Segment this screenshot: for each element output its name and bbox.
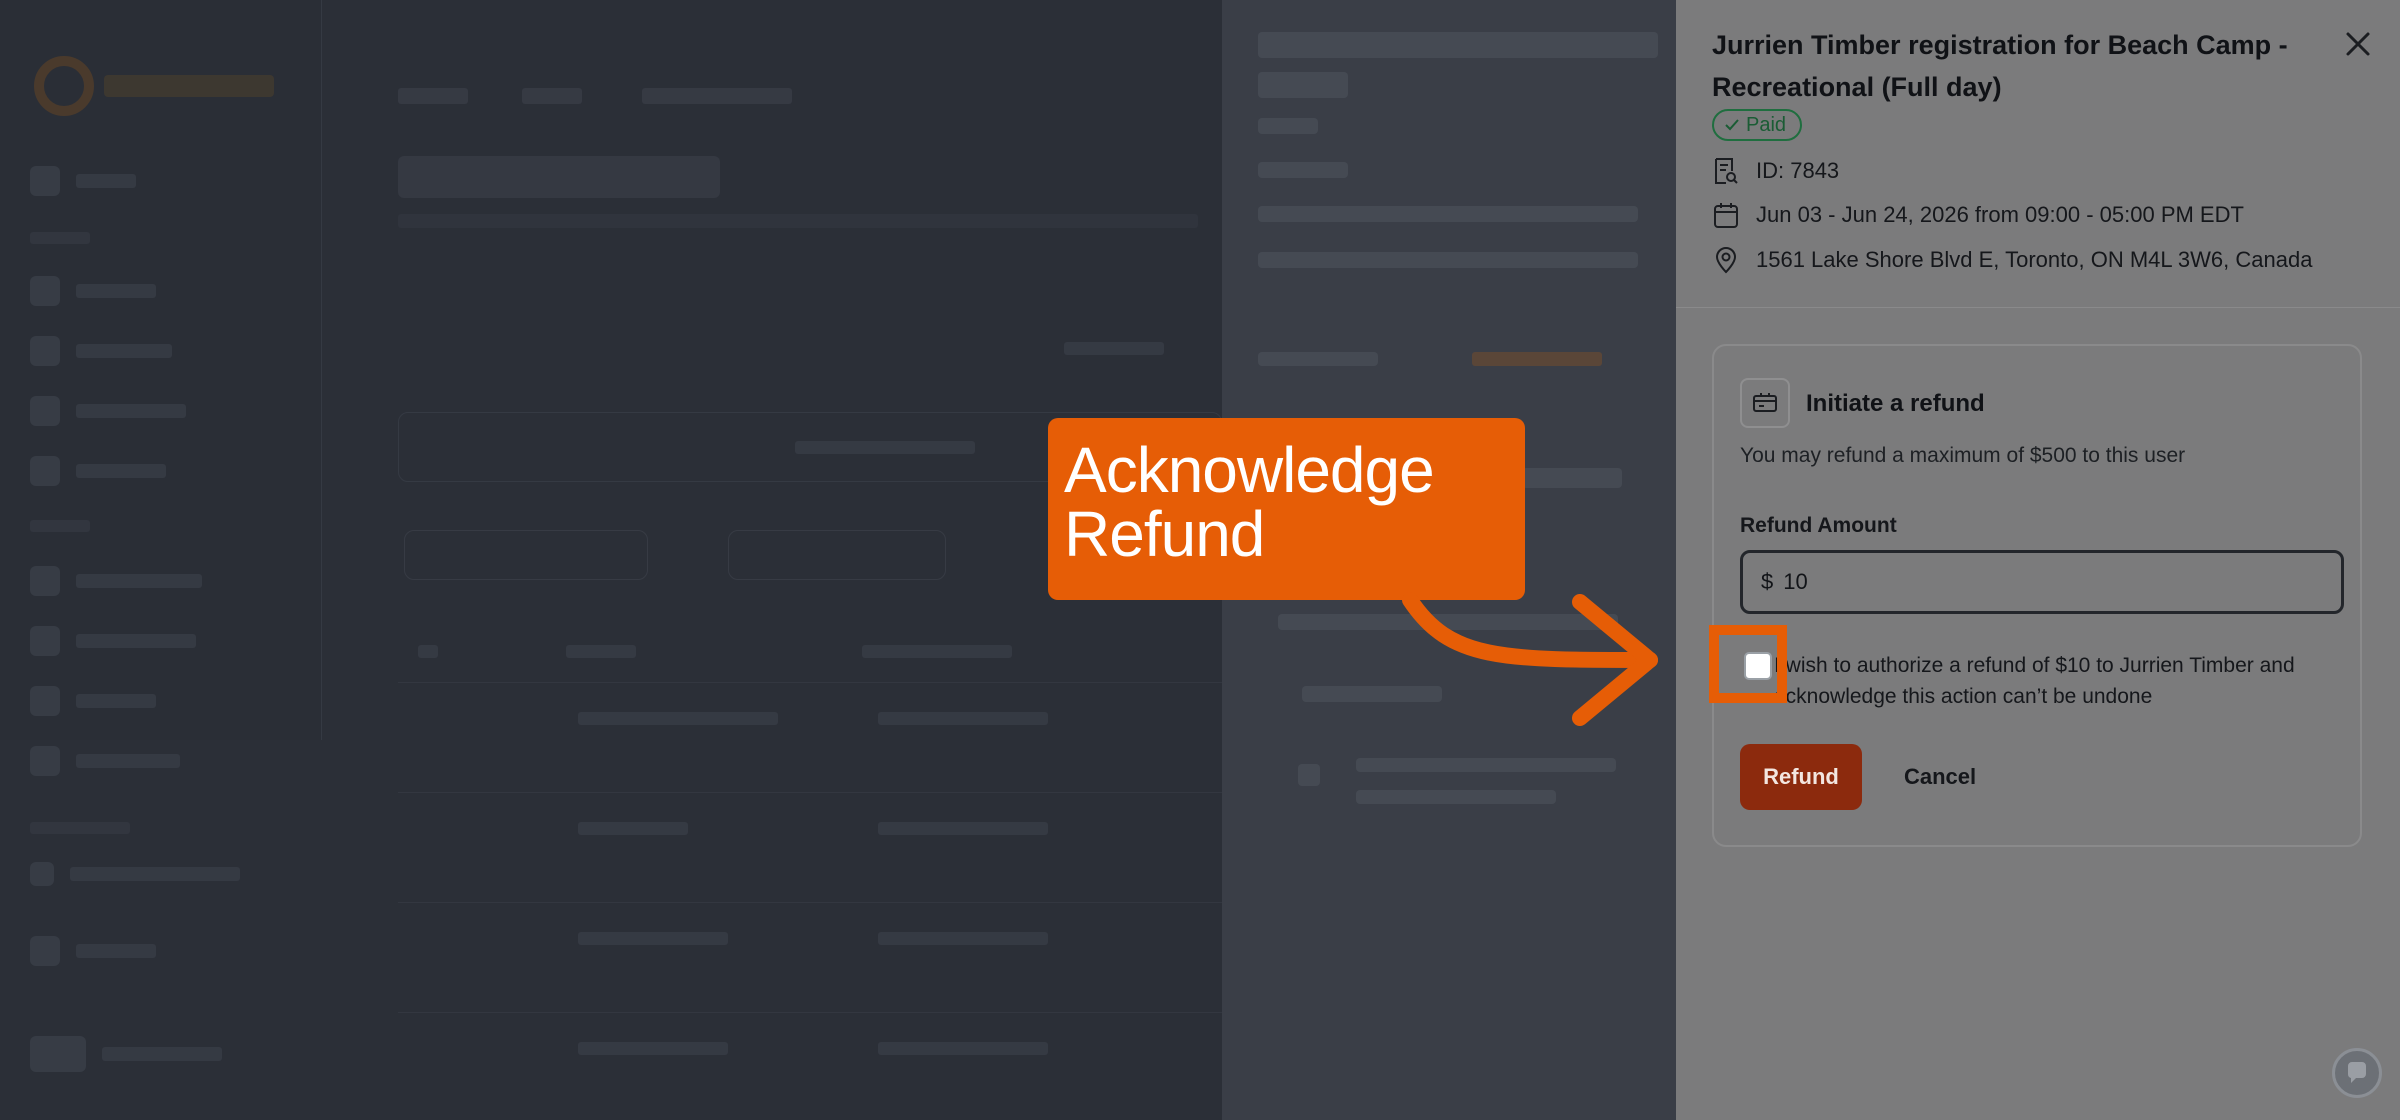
check-icon [1725, 119, 1739, 131]
panel-title: Jurrien Timber registration for Beach Ca… [1712, 30, 2288, 102]
help-chat-icon [2347, 1062, 2366, 1083]
refund-card-icon [1740, 378, 1790, 428]
refund-title: Initiate a refund [1806, 390, 1985, 417]
background-app [0, 0, 1222, 1120]
callout-arrow-icon [1402, 592, 1658, 726]
cancel-button[interactable]: Cancel [1892, 744, 1988, 810]
schedule-row: Jun 03 - Jun 24, 2026 from 09:00 - 05:00… [1712, 201, 2244, 229]
currency-symbol: $ [1761, 569, 1774, 594]
schedule-text: Jun 03 - Jun 24, 2026 from 09:00 - 05:00… [1756, 202, 2244, 227]
registration-detail-panel: Jurrien Timber registration for Beach Ca… [1676, 0, 2400, 1120]
tutorial-callout: Acknowledge Refund [1048, 418, 1525, 600]
callout-text: Acknowledge Refund [1064, 434, 1435, 570]
receipt-search-icon [1712, 157, 1740, 185]
address-row: 1561 Lake Shore Blvd E, Toronto, ON M4L … [1712, 246, 2312, 274]
calendar-icon [1712, 201, 1740, 229]
header-divider [1676, 307, 2400, 308]
acknowledge-checkbox[interactable] [1744, 652, 1772, 680]
close-button[interactable] [2340, 26, 2376, 62]
help-chat-button[interactable] [2332, 1048, 2382, 1098]
refund-amount-label: Refund Amount [1740, 514, 1897, 537]
panel-header: Jurrien Timber registration for Beach Ca… [1676, 0, 2400, 308]
map-pin-icon [1712, 246, 1740, 274]
registration-id: ID: 7843 [1756, 158, 1840, 183]
address-text: 1561 Lake Shore Blvd E, Toronto, ON M4L … [1756, 247, 2313, 272]
registration-id-row: ID: 7843 [1712, 157, 1839, 185]
background-page-title [398, 156, 720, 198]
acknowledge-label[interactable]: I wish to authorize a refund of $10 to J… [1774, 650, 2334, 712]
status-badge-label: Paid [1746, 113, 1787, 136]
refund-card: Initiate a refund You may refund a maxim… [1712, 344, 2362, 847]
background-logo [34, 56, 274, 116]
refund-description: You may refund a maximum of $500 to this… [1740, 444, 2186, 467]
status-badge: Paid [1712, 109, 1803, 141]
refund-amount-field[interactable]: $ [1740, 550, 2344, 614]
background-sidebar [0, 0, 322, 740]
close-icon [2346, 32, 2370, 56]
refund-button[interactable]: Refund [1740, 744, 1862, 810]
refund-amount-input[interactable] [1783, 569, 2304, 595]
